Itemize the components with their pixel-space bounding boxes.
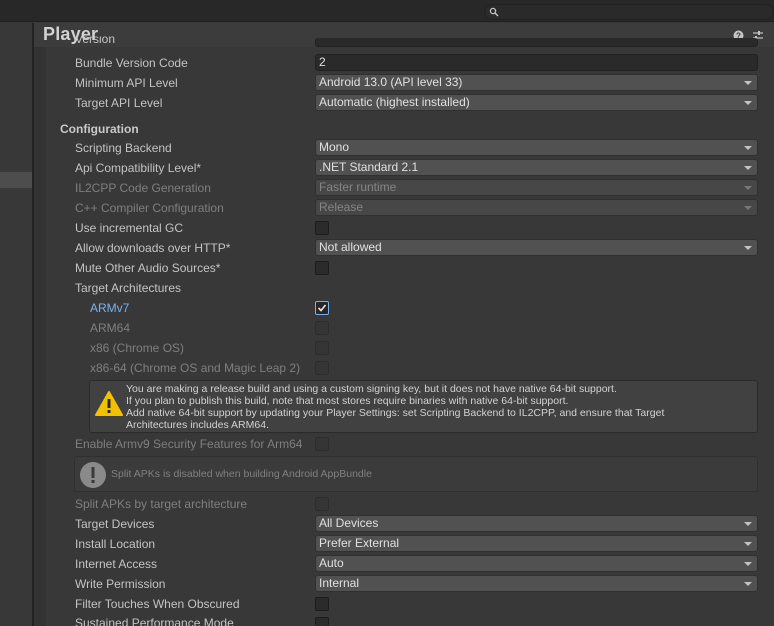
configuration-section-header: Configuration xyxy=(60,122,139,136)
left-panel-selected-item[interactable] xyxy=(0,172,32,188)
minimum-api-level-dropdown[interactable]: Android 13.0 (API level 33) xyxy=(315,74,758,91)
cpp-compiler-configuration-label: C++ Compiler Configuration xyxy=(75,201,224,215)
internet-access-label: Internet Access xyxy=(75,557,158,571)
cpp-compiler-configuration-value: Release xyxy=(319,200,364,214)
cpp-compiler-configuration-dropdown: Release xyxy=(315,199,758,216)
internet-access-value: Auto xyxy=(319,556,344,570)
chevron-down-icon xyxy=(744,562,752,566)
armv9-security-checkbox xyxy=(315,437,329,451)
target-api-level-dropdown[interactable]: Automatic (highest installed) xyxy=(315,94,758,111)
write-permission-value: Internal xyxy=(319,576,360,590)
allow-downloads-http-dropdown[interactable]: Not allowed xyxy=(315,239,758,256)
info-helpbox: Split APKs is disabled when building And… xyxy=(74,456,758,492)
target-devices-value: All Devices xyxy=(319,516,379,530)
sustained-performance-label: Sustained Performance Mode xyxy=(75,616,234,626)
warning-icon xyxy=(95,391,123,416)
scripting-backend-dropdown[interactable]: Mono xyxy=(315,139,758,156)
allow-downloads-http-label: Allow downloads over HTTP* xyxy=(75,241,231,255)
il2cpp-code-generation-value: Faster runtime xyxy=(319,180,397,194)
install-location-dropdown[interactable]: Prefer External xyxy=(315,535,758,552)
write-permission-label: Write Permission xyxy=(75,577,166,591)
scripting-backend-label: Scripting Backend xyxy=(75,141,172,155)
install-location-label: Install Location xyxy=(75,537,156,551)
info-text: Split APKs is disabled when building And… xyxy=(111,468,372,480)
mute-other-audio-label: Mute Other Audio Sources* xyxy=(75,261,221,275)
version-field[interactable] xyxy=(315,38,758,47)
warning-line: Add native 64-bit support by updating yo… xyxy=(126,407,665,419)
x86-64-checkbox xyxy=(315,361,329,375)
filter-touches-label: Filter Touches When Obscured xyxy=(75,597,240,611)
chevron-down-icon xyxy=(744,81,752,85)
chevron-down-icon xyxy=(744,166,752,170)
info-icon xyxy=(80,462,106,488)
il2cpp-code-generation-label: IL2CPP Code Generation xyxy=(75,181,211,195)
chevron-down-icon xyxy=(744,582,752,586)
target-devices-dropdown[interactable]: All Devices xyxy=(315,515,758,532)
write-permission-dropdown[interactable]: Internal xyxy=(315,575,758,592)
arm64-label: ARM64 xyxy=(90,321,131,335)
version-label: Version xyxy=(75,36,116,46)
minimum-api-level-value: Android 13.0 (API level 33) xyxy=(319,75,463,89)
mute-other-audio-checkbox[interactable] xyxy=(315,261,329,275)
il2cpp-code-generation-dropdown: Faster runtime xyxy=(315,179,758,196)
api-compatibility-level-label: Api Compatibility Level* xyxy=(75,161,202,175)
target-api-level-label: Target API Level xyxy=(75,96,163,110)
arm64-checkbox xyxy=(315,321,329,335)
bundle-version-code-label: Bundle Version Code xyxy=(75,56,188,70)
left-panel xyxy=(0,23,33,626)
warning-line: Architectures includes ARM64. xyxy=(126,419,269,431)
x86-checkbox xyxy=(315,341,329,355)
allow-downloads-http-value: Not allowed xyxy=(319,240,382,254)
checkmark-icon xyxy=(317,304,327,312)
top-toolbar xyxy=(0,0,774,22)
api-compatibility-level-value: .NET Standard 2.1 xyxy=(319,160,419,174)
warning-line: If you plan to publish this build, note … xyxy=(126,395,569,407)
armv9-security-label: Enable Armv9 Security Features for Arm64 xyxy=(75,437,303,451)
target-api-level-value: Automatic (highest installed) xyxy=(319,95,470,109)
internet-access-dropdown[interactable]: Auto xyxy=(315,555,758,572)
chevron-down-icon xyxy=(744,522,752,526)
x86-label: x86 (Chrome OS) xyxy=(90,341,185,355)
chevron-down-icon xyxy=(744,246,752,250)
search-icon xyxy=(489,7,499,17)
bundle-version-code-field[interactable]: 2 xyxy=(315,54,758,71)
target-devices-label: Target Devices xyxy=(75,517,155,531)
chevron-down-icon xyxy=(744,206,752,210)
install-location-value: Prefer External xyxy=(319,536,400,550)
filter-touches-checkbox[interactable] xyxy=(315,597,329,611)
search-field[interactable] xyxy=(484,4,774,20)
sustained-performance-checkbox[interactable] xyxy=(315,617,329,626)
warning-helpbox: You are making a release build and using… xyxy=(89,380,758,433)
minimum-api-level-label: Minimum API Level xyxy=(75,76,178,90)
api-compatibility-level-dropdown[interactable]: .NET Standard 2.1 xyxy=(315,159,758,176)
armv7-checkbox[interactable] xyxy=(315,301,329,315)
chevron-down-icon xyxy=(744,542,752,546)
armv7-label: ARMv7 xyxy=(90,301,130,315)
target-architectures-label: Target Architectures xyxy=(75,281,182,295)
x86-64-label: x86-64 (Chrome OS and Magic Leap 2) xyxy=(90,361,301,375)
chevron-down-icon xyxy=(744,186,752,190)
bundle-version-code-value: 2 xyxy=(319,55,326,69)
warning-line: You are making a release build and using… xyxy=(126,383,617,395)
chevron-down-icon xyxy=(744,101,752,105)
scripting-backend-value: Mono xyxy=(319,140,350,154)
split-apks-label: Split APKs by target architecture xyxy=(75,497,248,511)
chevron-down-icon xyxy=(744,146,752,150)
warning-text: You are making a release build and using… xyxy=(126,383,664,431)
split-apks-checkbox xyxy=(315,497,329,511)
use-incremental-gc-label: Use incremental GC xyxy=(75,221,184,235)
use-incremental-gc-checkbox[interactable] xyxy=(315,221,329,235)
